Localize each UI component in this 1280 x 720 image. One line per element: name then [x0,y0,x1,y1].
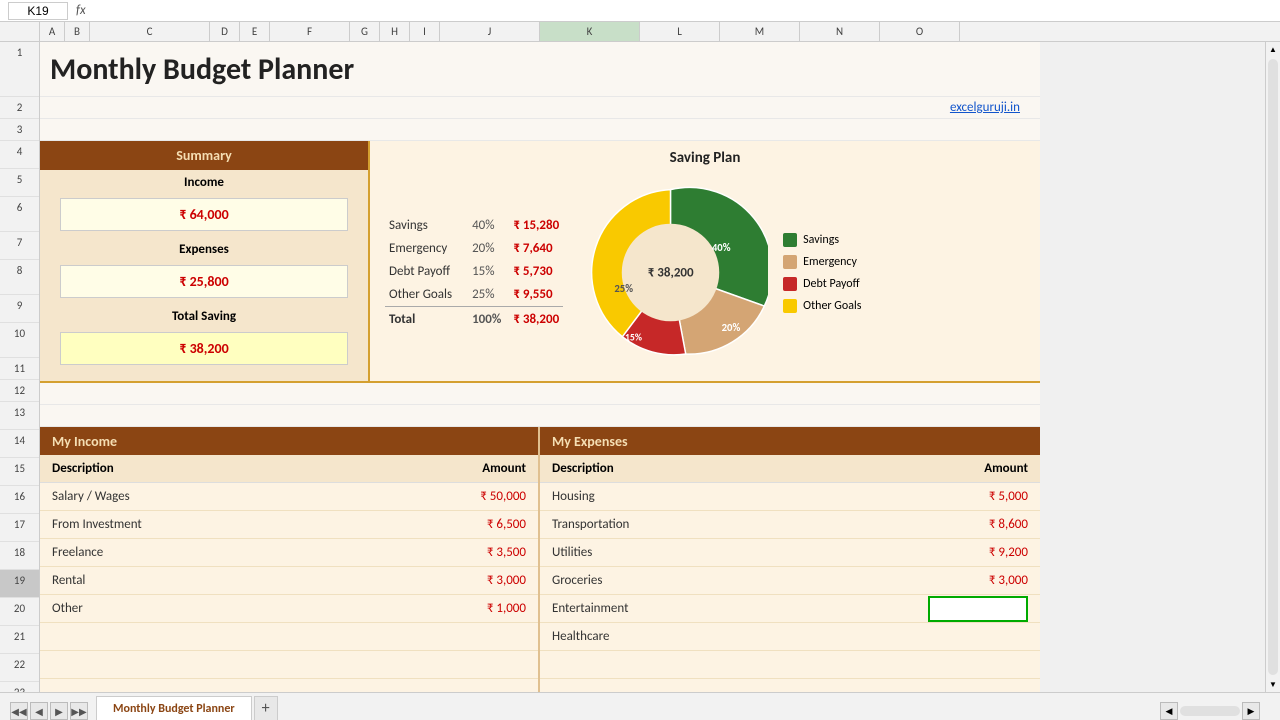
expenses-header: My Expenses [540,427,1040,455]
donut-chart: 40% 20% 15% 25% ₹ 38,200 [573,175,768,370]
income-header: My Income [40,427,538,455]
nav-first-button[interactable]: ◀◀ [10,702,28,720]
sheet-content: Monthly Budget Planner excelguruji.in Su… [40,42,1265,692]
income-row-3: Freelance ₹ 3,500 [40,539,538,567]
expenses-col-amt: Amount [928,461,1028,476]
expenses-col-desc: Description [552,461,928,476]
saving-plan-header: Saving Plan [385,149,1025,167]
svg-text:25%: 25% [615,282,634,295]
row-numbers: 1 2 3 4 5 6 7 8 9 10 11 12 13 14 15 16 1… [0,42,40,692]
scroll-track[interactable] [1268,59,1278,675]
formula-bar: fx [0,0,1280,22]
expenses-row-4: Groceries ₹ 3,000 [540,567,1040,595]
vertical-scrollbar[interactable]: ▲ ▼ [1265,42,1280,692]
income-col-desc: Description [52,461,426,476]
nav-next-button[interactable]: ▶ [50,702,68,720]
col-header-f[interactable]: F [270,22,350,41]
saving-plan-table: Savings 40% ₹ 15,280 Emergency 20% ₹ 7,6… [385,214,563,331]
income-section: My Income Description Amount Salary / Wa… [40,427,540,692]
col-header-i[interactable]: I [410,22,440,41]
income-row-2: From Investment ₹ 6,500 [40,511,538,539]
scroll-left-button[interactable]: ◀ [1160,702,1178,720]
chart-legend: Savings Emergency Debt Payoff [783,233,861,313]
selected-cell[interactable] [928,596,1028,622]
col-header-o[interactable]: O [880,22,960,41]
col-header-j[interactable]: J [440,22,540,41]
total-saving-value[interactable]: ₹ 38,200 [60,332,348,365]
income-value[interactable]: ₹ 64,000 [60,198,348,231]
add-sheet-button[interactable]: + [254,696,278,720]
website-link[interactable]: excelguruji.in [950,100,1020,115]
expenses-row-3: Utilities ₹ 9,200 [540,539,1040,567]
scroll-up-button[interactable]: ▲ [1266,42,1280,57]
scroll-right-button[interactable]: ▶ [1242,702,1260,720]
sheet-tabs: ◀◀ ◀ ▶ ▶▶ Monthly Budget Planner + ◀ ▶ [0,692,1280,720]
expenses-row-5: Entertainment [540,595,1040,623]
donut-center-value: ₹ 38,200 [648,265,694,280]
legend-othergoals-color [783,299,797,313]
income-row-4: Rental ₹ 3,000 [40,567,538,595]
svg-text:40%: 40% [712,241,731,254]
legend-debtpayoff-color [783,277,797,291]
col-header-n[interactable]: N [800,22,880,41]
col-header-d[interactable]: D [210,22,240,41]
svg-text:15%: 15% [625,332,642,344]
legend-emergency-color [783,255,797,269]
col-header-k[interactable]: K [540,22,640,41]
nav-prev-button[interactable]: ◀ [30,702,48,720]
legend-savings-color [783,233,797,247]
col-header-b[interactable]: B [65,22,90,41]
svg-text:20%: 20% [722,321,741,334]
expenses-label: Expenses [40,237,368,262]
expenses-value[interactable]: ₹ 25,800 [60,265,348,298]
col-header-a[interactable]: A [40,22,65,41]
col-header-g[interactable]: G [350,22,380,41]
income-row-5: Other ₹ 1,000 [40,595,538,623]
expenses-row-2: Transportation ₹ 8,600 [540,511,1040,539]
col-header-m[interactable]: M [720,22,800,41]
cell-reference-box[interactable] [8,2,68,20]
nav-last-button[interactable]: ▶▶ [70,702,88,720]
col-header-c[interactable]: C [90,22,210,41]
total-saving-label: Total Saving [40,304,368,329]
income-row-1: Salary / Wages ₹ 50,000 [40,483,538,511]
col-header-e[interactable]: E [240,22,270,41]
sheet-nav-arrows[interactable]: ◀◀ ◀ ▶ ▶▶ [10,702,88,720]
expenses-row-1: Housing ₹ 5,000 [540,483,1040,511]
fx-label: fx [76,3,86,18]
column-headers: A B C D E F G H I J K L M N O [0,22,1280,42]
expenses-section: My Expenses Description Amount Housing ₹… [540,427,1040,692]
scroll-down-button[interactable]: ▼ [1266,677,1280,692]
sheet-tab-monthly-budget[interactable]: Monthly Budget Planner [96,696,252,720]
col-header-l[interactable]: L [640,22,720,41]
income-label: Income [40,170,368,195]
page-title: Monthly Budget Planner [50,51,354,88]
expenses-row-6: Healthcare [540,623,1040,651]
horizontal-scroll-track[interactable] [1180,706,1240,716]
col-header-h[interactable]: H [380,22,410,41]
income-col-amt: Amount [426,461,526,476]
summary-header: Summary [40,141,368,170]
